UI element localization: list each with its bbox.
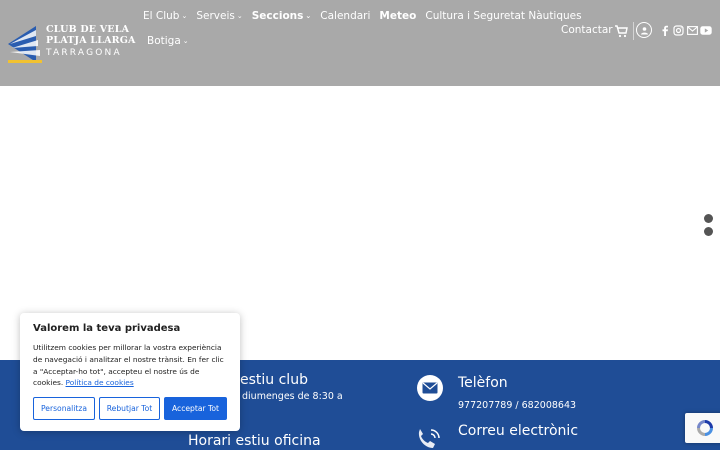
- envelope-icon: [422, 382, 438, 394]
- recaptcha-icon: [697, 420, 713, 436]
- user-icon[interactable]: [636, 22, 652, 38]
- cart-icon[interactable]: [614, 24, 628, 38]
- nav-item-cultura[interactable]: Cultura i Seguretat Nàutiques: [425, 10, 581, 22]
- nav-item-label: Meteo: [379, 10, 417, 22]
- logo-line-3: TARRAGONA: [46, 48, 122, 58]
- office-hours-title: Horari estiu oficina: [188, 433, 321, 449]
- contact-link[interactable]: Contactar: [561, 24, 613, 36]
- phone-title: Telèfon: [458, 375, 508, 391]
- main-nav: El Club ⌄ Serveis ⌄ Seccions ⌄ Calendari Me…: [143, 10, 591, 22]
- phone-circle: [417, 375, 443, 401]
- cookie-body: Utilitzem cookies per millorar la vostra…: [33, 342, 227, 389]
- logo-text: CLUB DE VELA PLATJA LLARGA TARRAGONA: [46, 24, 136, 59]
- site-header: CLUB DE VELA PLATJA LLARGA TARRAGONA El …: [0, 0, 720, 86]
- slider-dot-2[interactable]: [704, 227, 713, 236]
- facebook-icon[interactable]: [659, 24, 671, 36]
- slider-dot-1[interactable]: [704, 214, 713, 223]
- page: CLUB DE VELA PLATJA LLARGA TARRAGONA El …: [0, 0, 720, 450]
- cookie-policy-link[interactable]: Política de cookies: [66, 378, 134, 387]
- phone-number[interactable]: 977207789 / 682008643: [458, 400, 576, 411]
- nav-item-label: El Club: [143, 10, 180, 22]
- nav-item-label: Serveis: [196, 10, 235, 22]
- club-logo[interactable]: CLUB DE VELA PLATJA LLARGA TARRAGONA: [6, 18, 135, 68]
- main-nav-row-2: Botiga ⌄: [147, 35, 198, 47]
- cookie-consent-banner: Valorem la teva privadesa Utilitzem cook…: [20, 313, 240, 431]
- nav-item-label: Seccions: [251, 10, 304, 22]
- nav-item-label: Botiga: [147, 35, 181, 47]
- nav-item-botiga[interactable]: Botiga ⌄: [147, 35, 189, 47]
- reject-all-button[interactable]: Rebutjar Tot: [99, 397, 160, 420]
- email-title: Correu electrònic: [458, 423, 579, 439]
- sail-logo-icon: [8, 26, 42, 63]
- nav-item-label: Calendari: [320, 10, 371, 22]
- nav-item-calendari[interactable]: Calendari: [320, 10, 370, 22]
- logo-line-2: PLATJA LLARGA: [46, 35, 136, 46]
- accept-all-button[interactable]: Acceptar Tot: [164, 397, 227, 420]
- chevron-down-icon: ⌄: [236, 12, 243, 20]
- nav-item-label: Cultura i Seguretat Nàutiques: [425, 10, 582, 22]
- nav-item-seccions[interactable]: Seccions ⌄: [252, 10, 312, 22]
- chevron-down-icon: ⌄: [181, 12, 188, 20]
- phone-signal-icon: [418, 429, 440, 448]
- nav-item-meteo[interactable]: Meteo: [379, 10, 416, 22]
- cookie-title: Valorem la teva privadesa: [33, 323, 181, 334]
- cookie-buttons: Personalitza Rebutjar Tot Acceptar Tot: [33, 397, 227, 420]
- chevron-down-icon: ⌄: [305, 12, 312, 20]
- user-glyph-icon: [640, 26, 648, 34]
- customize-button[interactable]: Personalitza: [33, 397, 95, 420]
- header-divider: [633, 22, 634, 40]
- chevron-down-icon: ⌄: [182, 37, 189, 45]
- email-icon[interactable]: [686, 24, 698, 36]
- youtube-icon[interactable]: [700, 24, 712, 36]
- nav-item-el-club[interactable]: El Club ⌄: [143, 10, 187, 22]
- logo-line-1: CLUB DE VELA: [46, 24, 130, 35]
- summer-club-title: estiu club: [240, 372, 308, 388]
- recaptcha-badge[interactable]: [685, 413, 720, 443]
- instagram-icon[interactable]: [672, 24, 684, 36]
- nav-item-serveis[interactable]: Serveis ⌄: [196, 10, 242, 22]
- summer-club-hours: diumenges de 8:30 a: [242, 391, 343, 402]
